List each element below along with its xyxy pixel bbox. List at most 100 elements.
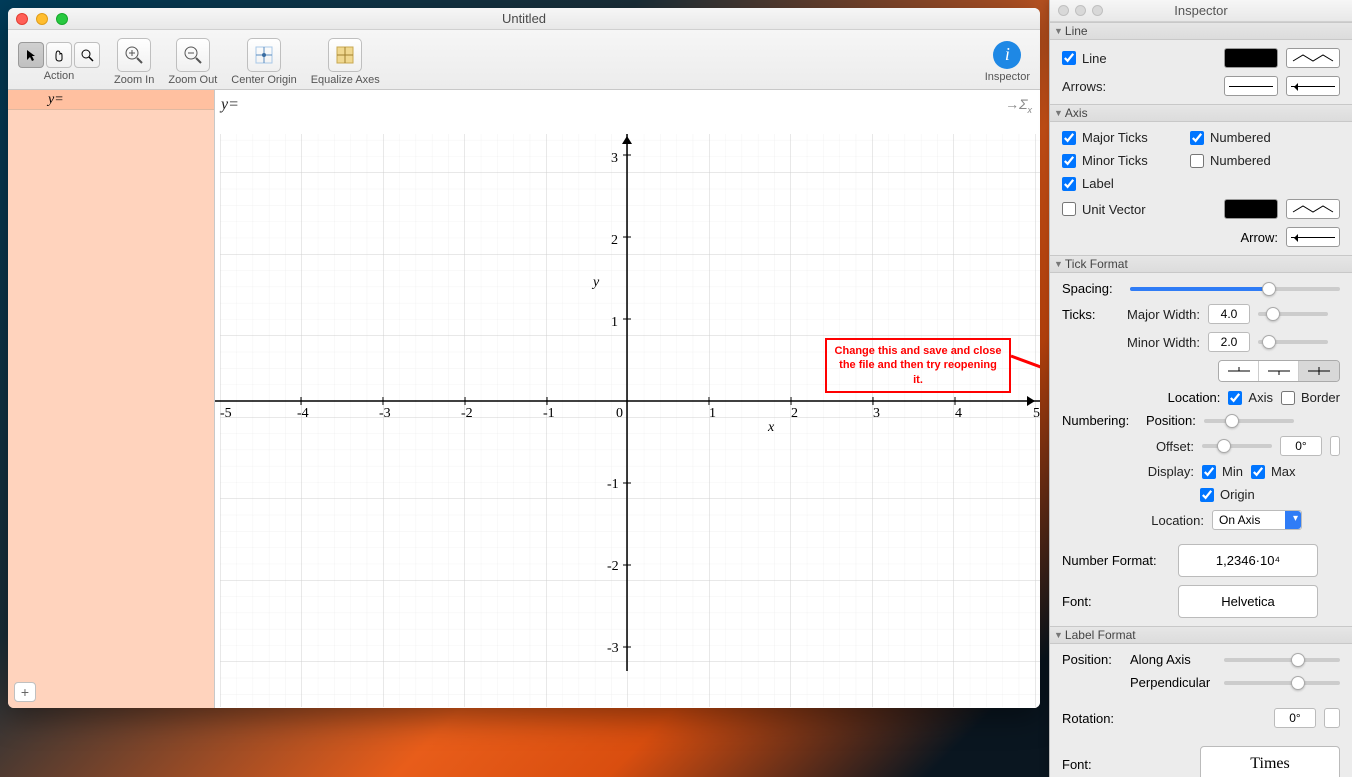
svg-text:-3: -3 (607, 641, 619, 656)
svg-text:-4: -4 (297, 406, 309, 421)
zoom-out-group: Zoom Out (168, 38, 217, 86)
numbered1-checkbox[interactable] (1190, 131, 1204, 145)
tick-axis-checkbox[interactable] (1228, 391, 1242, 405)
close-button[interactable] (16, 13, 28, 25)
svg-text:-2: -2 (461, 406, 473, 421)
equation-row[interactable]: y= (8, 90, 214, 110)
zoom-tool[interactable] (74, 42, 100, 68)
main-window: Untitled Action Zoom In Zoom Out Center … (8, 8, 1040, 708)
inspector-window-controls (1058, 5, 1103, 16)
section-line[interactable]: ▼Line (1050, 22, 1352, 40)
display-origin-checkbox[interactable] (1200, 488, 1214, 502)
inspector-minimize-button[interactable] (1075, 5, 1086, 16)
svg-text:-5: -5 (220, 406, 232, 421)
tick-font-button[interactable]: Helvetica (1178, 585, 1318, 618)
zoom-in-label: Zoom In (114, 74, 154, 86)
center-origin-label: Center Origin (231, 74, 296, 86)
action-label: Action (44, 70, 75, 82)
inspector-close-button[interactable] (1058, 5, 1069, 16)
rotation-input[interactable] (1274, 708, 1316, 728)
zoom-out-label: Zoom Out (168, 74, 217, 86)
maximize-button[interactable] (56, 13, 68, 25)
line-checkbox[interactable] (1062, 51, 1076, 65)
equation-sidebar: y= + (8, 90, 215, 708)
display-min-checkbox[interactable] (1202, 465, 1216, 479)
section-axis[interactable]: ▼Axis (1050, 104, 1352, 122)
svg-text:2: 2 (791, 406, 798, 421)
offset-input[interactable] (1280, 436, 1322, 456)
major-width-input[interactable] (1208, 304, 1250, 324)
offset-stepper[interactable] (1330, 436, 1340, 456)
svg-text:-1: -1 (543, 406, 555, 421)
titlebar: Untitled (8, 8, 1040, 30)
inspector-panel: Inspector ▼Line Line Arrows: ▼Axis Major… (1049, 0, 1352, 777)
action-tool-group: Action (18, 42, 100, 82)
center-origin-group: Center Origin (231, 38, 296, 86)
pan-tool[interactable] (46, 42, 72, 68)
svg-text:-2: -2 (607, 559, 619, 574)
inspector-label: Inspector (985, 71, 1030, 83)
axis-label-checkbox[interactable] (1062, 177, 1076, 191)
line-color-swatch[interactable] (1224, 48, 1278, 68)
number-format-button[interactable]: 1,2346·10⁴ (1178, 544, 1318, 577)
coordinate-grid: -5 -4 -3 -2 -1 0 1 2 3 4 5 1 2 3 -1 -2 (215, 90, 1040, 708)
major-ticks-checkbox[interactable] (1062, 131, 1076, 145)
annotation-callout: Change this and save and close the file … (825, 338, 1011, 393)
minor-ticks-checkbox[interactable] (1062, 154, 1076, 168)
spacing-slider[interactable] (1130, 287, 1340, 291)
toolbar: Action Zoom In Zoom Out Center Origin Eq… (8, 30, 1040, 90)
offset-slider[interactable] (1202, 444, 1272, 448)
label-font-button[interactable]: Times (1200, 746, 1340, 777)
tick-style-segment[interactable] (1218, 360, 1340, 382)
minimize-button[interactable] (36, 13, 48, 25)
zoom-out-button[interactable] (176, 38, 210, 72)
line-style-button[interactable] (1286, 48, 1340, 68)
tick-border-checkbox[interactable] (1281, 391, 1295, 405)
svg-text:y: y (591, 275, 600, 290)
section-tick-format[interactable]: ▼Tick Format (1050, 255, 1352, 273)
equalize-axes-label: Equalize Axes (311, 74, 380, 86)
major-width-slider[interactable] (1258, 312, 1328, 316)
unit-vector-checkbox[interactable] (1062, 202, 1076, 216)
svg-text:0: 0 (616, 406, 623, 421)
window-title: Untitled (8, 11, 1040, 26)
inspector-maximize-button[interactable] (1092, 5, 1103, 16)
zoom-in-button[interactable] (117, 38, 151, 72)
minor-width-input[interactable] (1208, 332, 1250, 352)
svg-text:2: 2 (611, 233, 618, 248)
section-label-format[interactable]: ▼Label Format (1050, 626, 1352, 644)
numbering-location-select[interactable]: On Axis (1212, 510, 1302, 530)
svg-text:-3: -3 (379, 406, 391, 421)
svg-text:3: 3 (873, 406, 880, 421)
along-axis-slider[interactable] (1224, 658, 1340, 662)
svg-text:4: 4 (955, 406, 962, 421)
numbering-position-slider[interactable] (1204, 419, 1294, 423)
select-tool[interactable] (18, 42, 44, 68)
inspector-button[interactable]: i (993, 41, 1021, 69)
unit-vector-color[interactable] (1224, 199, 1278, 219)
center-origin-button[interactable] (247, 38, 281, 72)
perpendicular-slider[interactable] (1224, 681, 1340, 685)
add-equation-button[interactable]: + (14, 682, 36, 702)
display-max-checkbox[interactable] (1251, 465, 1265, 479)
content-area: y= + y= →Σx (8, 90, 1040, 708)
unit-vector-style[interactable] (1286, 199, 1340, 219)
svg-text:1: 1 (709, 406, 716, 421)
svg-text:5: 5 (1033, 406, 1040, 421)
zoom-in-group: Zoom In (114, 38, 154, 86)
numbered2-checkbox[interactable] (1190, 154, 1204, 168)
minor-width-slider[interactable] (1258, 340, 1328, 344)
svg-text:-1: -1 (607, 477, 619, 492)
equalize-axes-button[interactable] (328, 38, 362, 72)
rotation-stepper[interactable] (1324, 708, 1340, 728)
equalize-axes-group: Equalize Axes (311, 38, 380, 86)
arrow-start-button[interactable] (1224, 76, 1278, 96)
arrow-end-button[interactable] (1286, 76, 1340, 96)
inspector-toggle-group: i Inspector (985, 41, 1030, 83)
window-controls (16, 13, 68, 25)
graph-canvas[interactable]: y= →Σx (215, 90, 1040, 708)
axis-arrow-button[interactable] (1286, 227, 1340, 247)
svg-text:3: 3 (611, 151, 618, 166)
inspector-titlebar: Inspector (1050, 0, 1352, 22)
svg-text:1: 1 (611, 315, 618, 330)
